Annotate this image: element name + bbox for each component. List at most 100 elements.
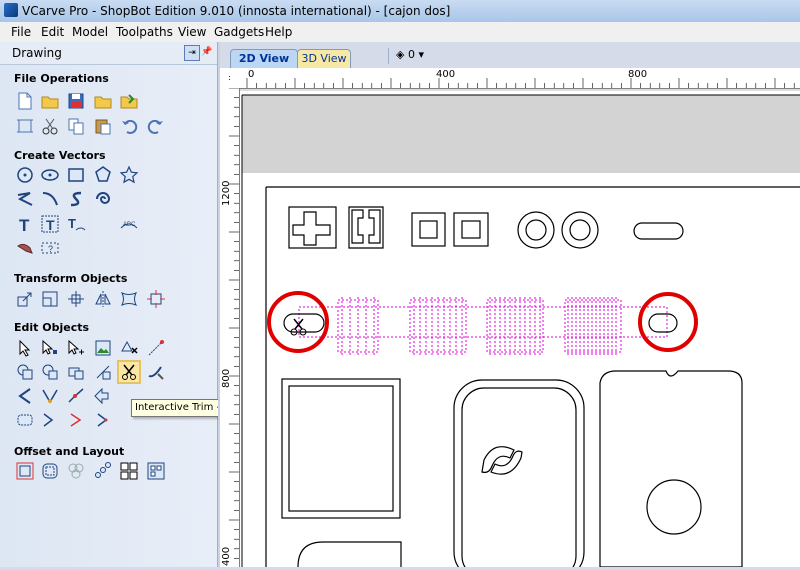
section-file-operations: File Operations bbox=[14, 72, 109, 85]
text-frame-icon[interactable]: T bbox=[40, 214, 60, 234]
menu-bar: File Edit Model Toolpaths View Gadgets H… bbox=[0, 22, 800, 43]
curve-icon[interactable] bbox=[40, 189, 60, 209]
layer-selector[interactable]: ◈ 0 ▾ bbox=[396, 48, 424, 61]
layer-value: 0 bbox=[407, 48, 415, 61]
transform-select-icon[interactable] bbox=[66, 338, 86, 358]
text-arc-icon[interactable]: ABC bbox=[119, 214, 139, 234]
vruler-label-400: 400 bbox=[221, 546, 232, 566]
horizontal-ruler: 0 400 800 bbox=[239, 68, 800, 89]
center-icon[interactable] bbox=[146, 289, 166, 309]
window-title: VCarve Pro - ShopBot Edition 9.010 (inno… bbox=[22, 4, 451, 18]
section-offset-layout: Offset and Layout bbox=[14, 445, 125, 458]
dimension-icon[interactable]: ? bbox=[40, 238, 60, 258]
svg-text:ABC: ABC bbox=[123, 222, 136, 228]
save-icon[interactable] bbox=[66, 91, 86, 111]
offset-icon[interactable] bbox=[15, 461, 35, 481]
fillet-knife-icon[interactable] bbox=[146, 362, 166, 382]
join-close-icon[interactable] bbox=[66, 410, 86, 430]
hruler-label-0: 0 bbox=[248, 69, 255, 80]
fillet-offset-icon[interactable] bbox=[40, 461, 60, 481]
menu-help[interactable]: Help bbox=[265, 25, 292, 39]
tab-2d-view[interactable]: 2D View bbox=[230, 49, 298, 68]
open-folder-icon-2[interactable] bbox=[93, 91, 113, 111]
intersect-icon[interactable] bbox=[66, 362, 86, 382]
measure-icon[interactable] bbox=[146, 338, 166, 358]
line-node-icon[interactable] bbox=[66, 386, 86, 406]
view-tab-bar: 2D View 3D View bbox=[220, 42, 800, 69]
app-icon bbox=[4, 3, 18, 17]
set-size-icon[interactable] bbox=[40, 289, 60, 309]
pin-icon[interactable]: 📌 bbox=[200, 45, 214, 59]
interactive-trim-icon[interactable] bbox=[117, 360, 141, 384]
chevron-down-icon: ▾ bbox=[418, 48, 424, 61]
join-open-icon[interactable] bbox=[40, 410, 60, 430]
material-margin bbox=[242, 95, 800, 173]
smooth-icon[interactable] bbox=[15, 410, 35, 430]
menu-view[interactable]: View bbox=[178, 25, 206, 39]
nesting-icon[interactable] bbox=[66, 461, 86, 481]
node-edit-icon[interactable] bbox=[40, 338, 60, 358]
vruler-label-800: 800 bbox=[221, 368, 232, 388]
join-vectors-icon[interactable] bbox=[93, 410, 113, 430]
ruler-corner: : bbox=[220, 68, 240, 89]
layers-icon: ◈ bbox=[396, 48, 405, 61]
rectangle-icon[interactable] bbox=[66, 165, 86, 185]
bird-vector-icon[interactable] bbox=[15, 238, 35, 258]
new-file-icon[interactable] bbox=[15, 91, 35, 111]
panel-title: Drawing bbox=[12, 46, 62, 60]
redo-icon[interactable] bbox=[146, 116, 166, 136]
job-setup-icon[interactable] bbox=[15, 116, 35, 136]
menu-gadgets[interactable]: Gadgets bbox=[214, 25, 264, 39]
svg-text:T: T bbox=[68, 216, 76, 231]
mirror-icon[interactable] bbox=[93, 289, 113, 309]
menu-model[interactable]: Model bbox=[72, 25, 108, 39]
spiral-icon[interactable] bbox=[93, 189, 113, 209]
select-arrow-icon[interactable] bbox=[15, 338, 35, 358]
cut-icon[interactable] bbox=[40, 116, 60, 136]
vertical-ruler: 1200 800 400 bbox=[220, 87, 240, 567]
menu-file[interactable]: File bbox=[11, 25, 31, 39]
undo-icon[interactable] bbox=[119, 116, 139, 136]
dock-icon[interactable]: ⇥ bbox=[184, 45, 200, 61]
svg-text:?: ? bbox=[48, 244, 53, 254]
panel-header: Drawing ⇥ 📌 bbox=[0, 42, 217, 65]
menu-toolpaths[interactable]: Toolpaths bbox=[116, 25, 173, 39]
s-curve-icon[interactable] bbox=[66, 189, 86, 209]
chamfer-icon[interactable] bbox=[40, 386, 60, 406]
text-on-curve-icon[interactable]: T bbox=[66, 214, 86, 234]
arrow-shape-icon[interactable] bbox=[93, 386, 113, 406]
hruler-label-400: 400 bbox=[436, 69, 456, 80]
toolbar-separator bbox=[388, 48, 389, 64]
delete-icon[interactable] bbox=[119, 338, 139, 358]
grid-array-icon[interactable] bbox=[119, 461, 139, 481]
fillet-icon[interactable] bbox=[15, 386, 35, 406]
copy-icon[interactable] bbox=[66, 116, 86, 136]
section-transform-objects: Transform Objects bbox=[14, 272, 128, 285]
circle-icon[interactable] bbox=[15, 165, 35, 185]
polyline-icon[interactable] bbox=[15, 189, 35, 209]
section-create-vectors: Create Vectors bbox=[14, 149, 106, 162]
polygon-icon[interactable] bbox=[93, 165, 113, 185]
move-icon[interactable] bbox=[15, 289, 35, 309]
array-copy-icon[interactable] bbox=[93, 461, 113, 481]
nest-parts-icon[interactable] bbox=[146, 461, 166, 481]
text-icon[interactable]: T bbox=[15, 214, 35, 234]
paste-icon[interactable] bbox=[93, 116, 113, 136]
menu-edit[interactable]: Edit bbox=[41, 25, 64, 39]
svg-text:T: T bbox=[46, 217, 55, 233]
hruler-label-800: 800 bbox=[628, 69, 648, 80]
ellipse-icon[interactable] bbox=[40, 165, 60, 185]
star-icon[interactable] bbox=[119, 165, 139, 185]
open-folder-icon[interactable] bbox=[40, 91, 60, 111]
import-folder-icon[interactable] bbox=[119, 91, 139, 111]
title-bar: VCarve Pro - ShopBot Edition 9.010 (inno… bbox=[0, 0, 800, 23]
drawing-canvas[interactable] bbox=[240, 89, 800, 567]
select-image-icon[interactable] bbox=[93, 338, 113, 358]
distort-icon[interactable] bbox=[119, 289, 139, 309]
weld-icon[interactable] bbox=[15, 362, 35, 382]
vruler-label-1200: 1200 bbox=[221, 180, 232, 206]
trim-extend-icon[interactable] bbox=[93, 362, 113, 382]
tab-3d-view[interactable]: 3D View bbox=[297, 49, 351, 68]
align-icon[interactable] bbox=[66, 289, 86, 309]
subtract-icon[interactable] bbox=[40, 362, 60, 382]
